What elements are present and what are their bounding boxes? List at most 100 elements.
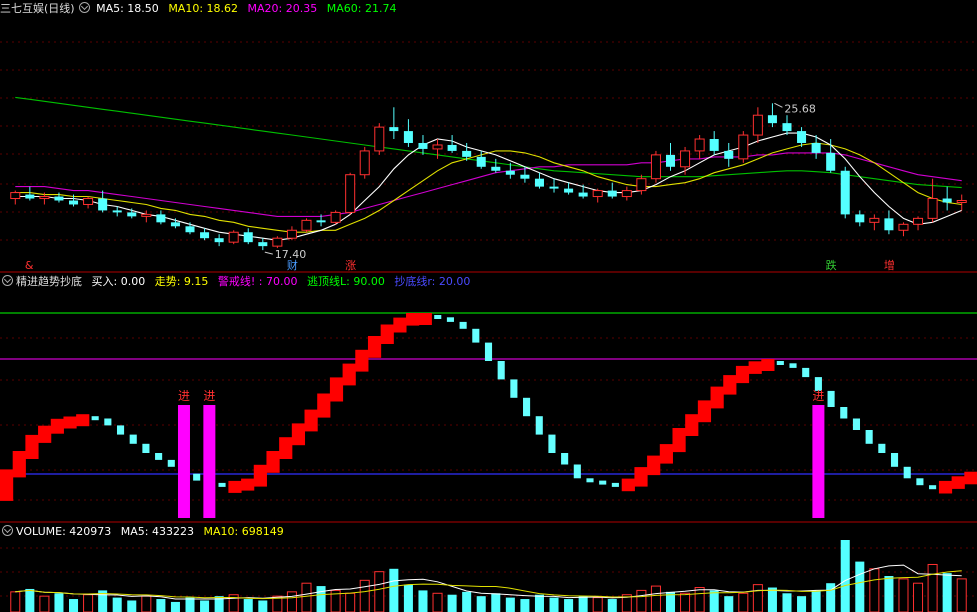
trend-bar-up xyxy=(951,476,965,489)
candle xyxy=(25,194,35,199)
trend-bar-down xyxy=(155,453,163,460)
volume-bar xyxy=(54,593,64,612)
volume-bar xyxy=(403,584,413,612)
candle xyxy=(170,222,180,227)
volume-bar xyxy=(39,595,50,612)
candle xyxy=(98,198,108,211)
candle xyxy=(782,123,792,132)
candle xyxy=(942,198,952,203)
volume-bar xyxy=(25,588,35,612)
trend-bar-down xyxy=(434,315,442,319)
candle xyxy=(156,214,166,223)
volume-bar xyxy=(359,579,370,612)
candle xyxy=(418,142,428,149)
volume-bar xyxy=(650,585,661,612)
event-marker: & xyxy=(25,259,34,272)
candle xyxy=(200,232,210,239)
volume-bar xyxy=(724,596,734,612)
trend-bar-up xyxy=(964,471,977,485)
volume-bar xyxy=(112,597,122,612)
trend-bar-down xyxy=(929,485,937,490)
volume-bar xyxy=(83,594,94,612)
trend-bar-down xyxy=(903,466,911,479)
volume-bar xyxy=(592,597,603,612)
candle xyxy=(228,231,239,243)
trend-bar-down xyxy=(497,361,505,380)
candle xyxy=(607,190,617,197)
candle xyxy=(665,154,676,167)
candle xyxy=(69,200,79,205)
trend-bar-up xyxy=(63,416,77,429)
candle xyxy=(374,126,385,152)
volume-bar xyxy=(374,571,385,612)
volume-bar xyxy=(505,597,515,612)
trend-bar-up xyxy=(672,428,686,453)
candle xyxy=(840,170,850,215)
candle xyxy=(214,238,224,243)
volume-bar xyxy=(389,568,399,612)
candle xyxy=(738,134,749,160)
candle xyxy=(797,131,807,143)
volume-bar xyxy=(578,596,588,612)
volume-bar xyxy=(607,599,617,612)
volume-bar xyxy=(462,591,472,612)
trend-bar-down xyxy=(561,453,569,465)
candle xyxy=(621,190,632,198)
trend-bar-up xyxy=(304,409,318,432)
volume-bar xyxy=(884,576,894,612)
trend-bar-down xyxy=(573,464,581,479)
trend-bar-up xyxy=(355,349,369,372)
candle xyxy=(272,237,283,247)
trend-bar-up xyxy=(748,361,762,374)
volume-bar xyxy=(738,592,749,612)
candle xyxy=(927,198,938,219)
trend-bar-up xyxy=(25,434,39,459)
trend-bar-up xyxy=(659,444,673,464)
volume-bar xyxy=(200,600,210,612)
buy-signal-label: 进 xyxy=(178,389,190,403)
stock-chart-canvas[interactable]: 25.6817.40& 财涨跌增进进进 xyxy=(0,0,977,612)
volume-bar xyxy=(840,540,850,612)
trend-bar-down xyxy=(104,418,112,426)
trend-bar-down xyxy=(167,459,175,467)
candle xyxy=(112,210,122,213)
event-marker: 跌 xyxy=(826,258,837,272)
candle xyxy=(491,166,501,171)
volume-bar xyxy=(534,594,544,612)
candle xyxy=(462,150,472,157)
volume-bar xyxy=(316,586,326,612)
volume-bar xyxy=(956,578,967,612)
candle xyxy=(476,156,486,167)
ma60-line xyxy=(15,96,962,189)
candle xyxy=(185,226,195,233)
candle xyxy=(724,150,734,159)
trend-bar-down xyxy=(116,425,125,435)
volume-bar xyxy=(913,582,924,612)
high-price-label: 25.68 xyxy=(784,102,816,115)
volume-bar xyxy=(782,593,792,612)
candle xyxy=(709,139,719,151)
candle xyxy=(447,144,457,151)
candle xyxy=(243,232,253,243)
candle xyxy=(534,178,544,187)
trend-bar-up xyxy=(76,414,90,427)
trend-bar-up xyxy=(647,455,661,476)
candle xyxy=(359,150,370,176)
trend-bar-up xyxy=(685,414,699,436)
trend-bar-up xyxy=(723,375,737,395)
trend-bar-down xyxy=(802,367,810,378)
candle xyxy=(127,212,137,217)
buy-signal-bar xyxy=(203,405,216,518)
trend-bar-up xyxy=(12,451,26,478)
candle xyxy=(301,219,312,231)
volume-bar xyxy=(69,599,79,612)
candle xyxy=(10,192,21,200)
event-marker: 增 xyxy=(884,258,895,272)
candle xyxy=(811,142,821,153)
candle xyxy=(54,196,64,201)
trend-bar-up xyxy=(317,393,331,418)
volume-bar xyxy=(797,596,807,612)
candle xyxy=(680,150,691,168)
buy-signal-bar xyxy=(177,405,190,518)
trend-bar-down xyxy=(510,379,518,398)
